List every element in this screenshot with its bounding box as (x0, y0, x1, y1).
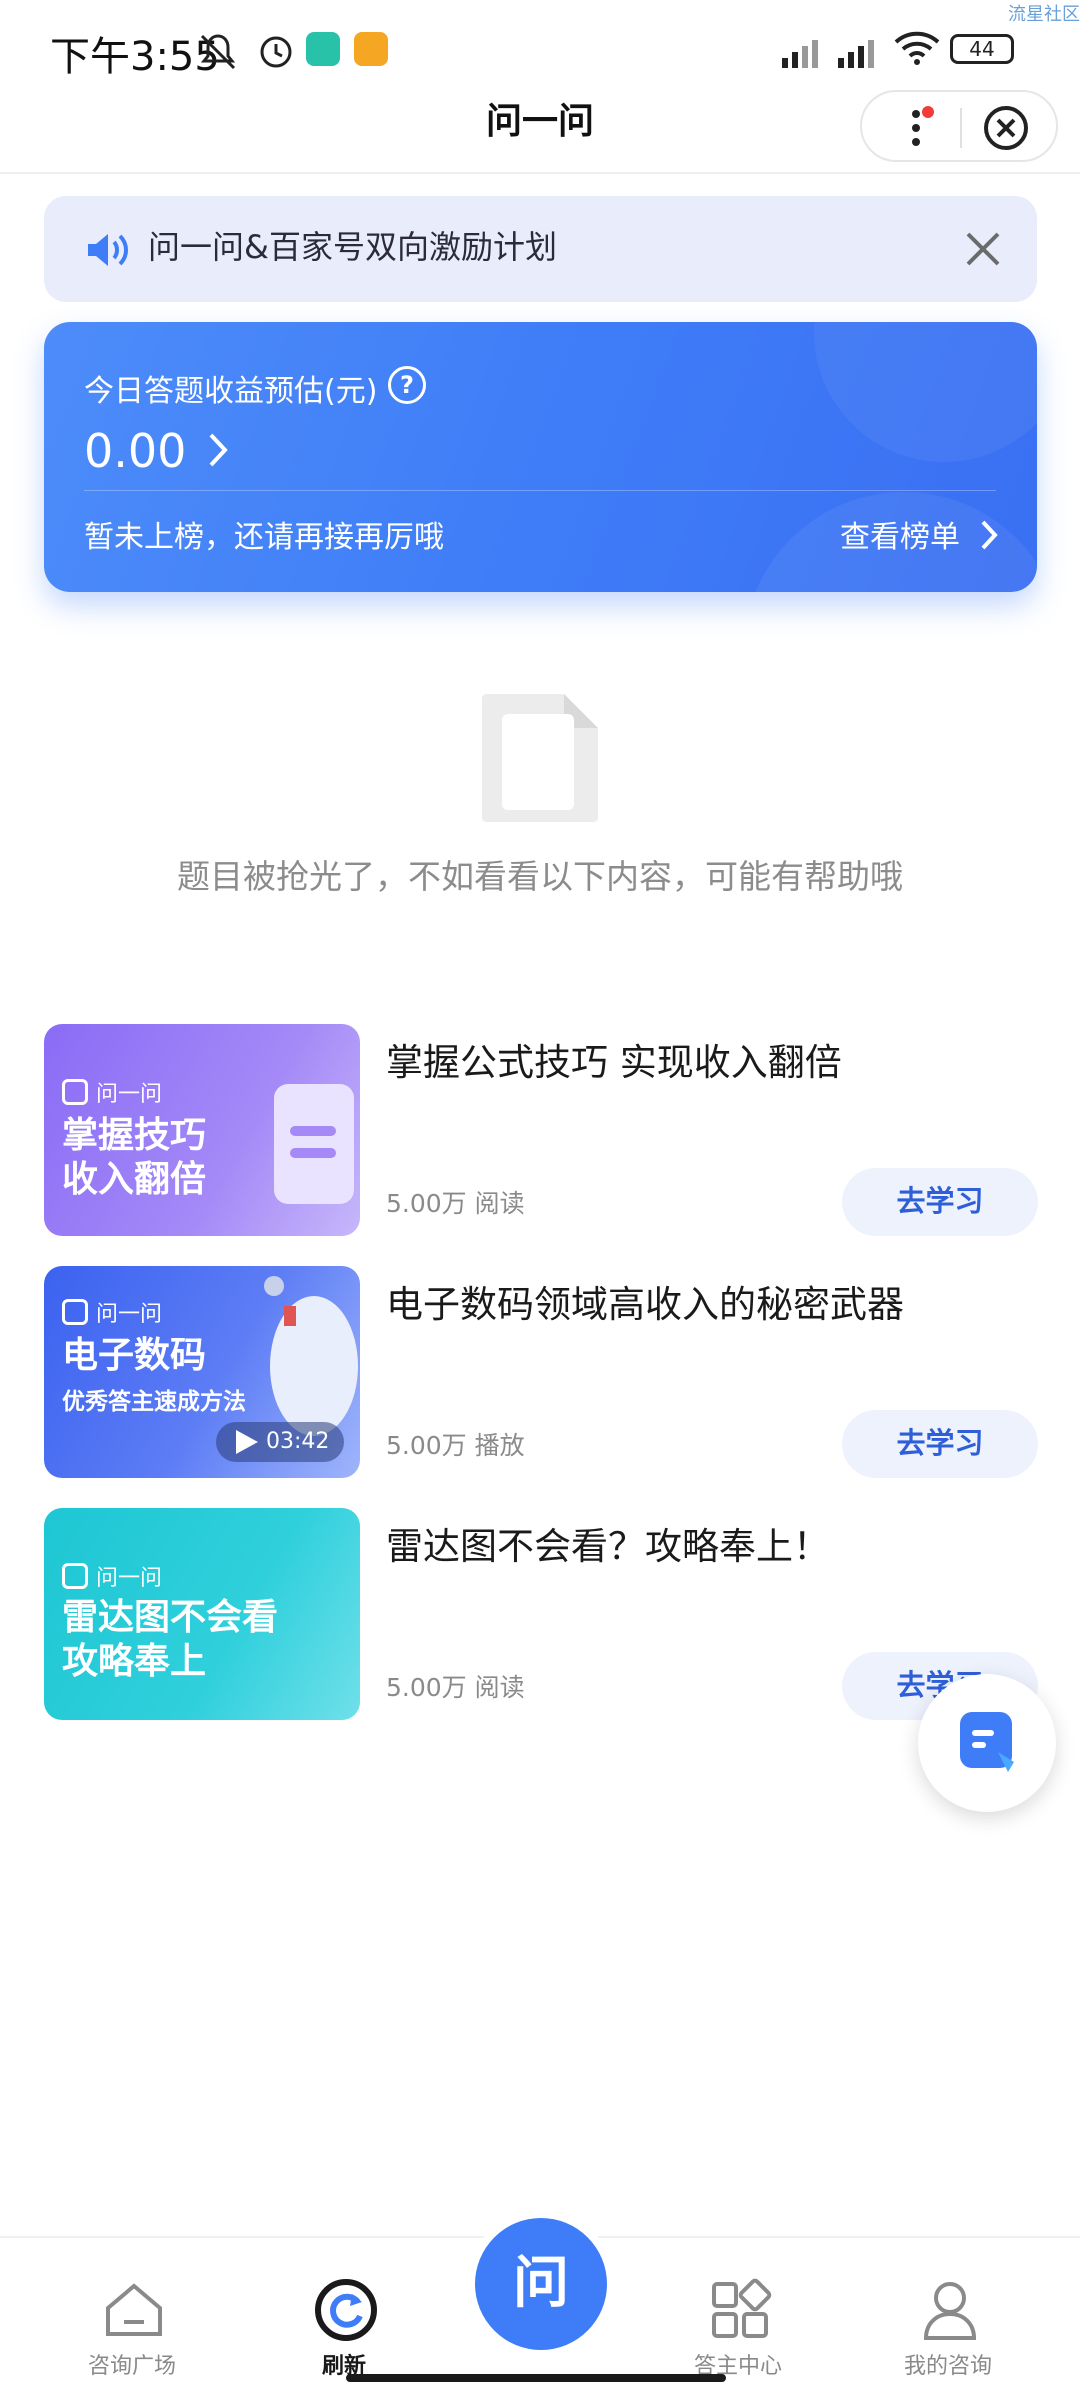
item-meta: 5.00万 播放 (386, 1431, 525, 1460)
close-announcement-icon[interactable] (964, 230, 1002, 268)
earnings-value: 0.00 (84, 424, 187, 478)
list-item[interactable]: 问一问 雷达图不会看 攻略奉上 雷达图不会看？攻略奉上！ 5.00万 阅读 去学… (44, 1508, 1038, 1720)
thumb-headline-2: 收入翻倍 (62, 1159, 207, 1200)
capsule-divider (960, 108, 962, 148)
earnings-amount[interactable]: 0.00 (84, 424, 229, 478)
list-item[interactable]: 问一问 电子数码 优秀答主速成方法 03:42 电子数码领域高收入的秘密武器 5… (44, 1266, 1038, 1478)
ranking-status: 暂未上榜，还请再接再厉哦 (84, 520, 444, 555)
thumb-headline: 雷达图不会看 (62, 1597, 279, 1638)
video-duration: 03:42 (216, 1422, 344, 1462)
chevron-right-icon (209, 433, 228, 467)
app-root: 下午3:55 44 流星社区 问一问 问一问&百家号双向激励计划 今日答题收益预… (0, 0, 1080, 2400)
thumb-brand: 问一问 (62, 1076, 162, 1108)
empty-state-text: 题目被抢光了，不如看看以下内容，可能有帮助哦 (177, 857, 903, 896)
thumb-headline: 电子数码 (62, 1335, 207, 1376)
speaker-icon (88, 234, 128, 266)
empty-document-icon (482, 694, 598, 822)
study-button[interactable]: 去学习 (842, 1410, 1038, 1478)
nav-item-refresh[interactable]: 刷新 (254, 2262, 434, 2379)
thumb-brand: 问一问 (62, 1296, 162, 1328)
thumb-brand-label: 问一问 (96, 1302, 163, 1327)
item-thumbnail: 问一问 电子数码 优秀答主速成方法 03:42 (44, 1266, 360, 1478)
more-icon[interactable] (904, 106, 934, 150)
watermark: 流星社区 (1008, 4, 1080, 25)
announcement-bar[interactable]: 问一问&百家号双向激励计划 (44, 196, 1037, 302)
signal-icon-2 (838, 40, 874, 68)
close-icon[interactable] (982, 104, 1030, 152)
earnings-card: 今日答题收益预估(元) ? 0.00 暂未上榜，还请再接再厉哦 查看榜单 (44, 322, 1037, 592)
notes-app-icon (354, 32, 388, 66)
status-time: 下午3:55 (50, 34, 220, 80)
grid-icon (712, 2278, 772, 2338)
thumb-headline: 掌握技巧 (62, 1115, 207, 1156)
signal-icon (782, 40, 818, 68)
ask-button[interactable]: 问 (475, 2218, 607, 2350)
brand-icon (62, 1079, 88, 1105)
item-title[interactable]: 电子数码领域高收入的秘密武器 (386, 1274, 904, 1328)
thumb-brand-label: 问一问 (96, 1082, 163, 1107)
item-title[interactable]: 掌握公式技巧 实现收入翻倍 (386, 1032, 842, 1086)
nav-label: 我的咨询 (903, 2354, 992, 2379)
card-decoration-2 (814, 322, 1037, 462)
battery-indicator: 44 (950, 34, 1014, 64)
thumb-brand: 问一问 (62, 1560, 162, 1592)
brand-icon (62, 1563, 88, 1589)
boss-app-icon (306, 32, 340, 66)
refresh-icon (315, 2279, 377, 2341)
item-thumbnail: 问一问 雷达图不会看 攻略奉上 (44, 1508, 360, 1720)
view-ranking-label: 查看榜单 (840, 520, 960, 555)
home-indicator (346, 2374, 726, 2382)
nav-item-my-consult[interactable]: 我的咨询 (858, 2262, 1038, 2379)
item-meta: 5.00万 阅读 (386, 1673, 525, 1702)
mini-program-capsule (860, 90, 1058, 162)
ask-bubble-icon (960, 1712, 1014, 1772)
item-title[interactable]: 雷达图不会看？攻略奉上！ (386, 1516, 830, 1570)
mute-icon (200, 34, 236, 70)
nav-item-answerer-center[interactable]: 答主中心 (648, 2262, 828, 2379)
earnings-label: 今日答题收益预估(元) (84, 374, 378, 409)
wifi-icon (894, 31, 940, 65)
thumb-brand-label: 问一问 (96, 1566, 163, 1591)
alarm-icon (260, 36, 292, 68)
card-divider (84, 490, 996, 491)
person-icon (923, 2282, 977, 2340)
thumb-headline-2: 攻略奉上 (62, 1641, 207, 1682)
item-meta: 5.00万 阅读 (386, 1189, 525, 1218)
list-item[interactable]: 问一问 掌握技巧 收入翻倍 掌握公式技巧 实现收入翻倍 5.00万 阅读 去学习 (44, 1024, 1038, 1236)
scroll-illustration (274, 1084, 354, 1204)
floating-ask-button[interactable] (918, 1674, 1056, 1812)
duration-label: 03:42 (266, 1429, 330, 1454)
nav-item-consult-square[interactable]: 咨询广场 (42, 2262, 222, 2379)
play-icon (236, 1430, 258, 1454)
help-icon[interactable]: ? (388, 366, 426, 404)
announcement-text: 问一问&百家号双向激励计划 (148, 228, 557, 266)
study-button[interactable]: 去学习 (842, 1168, 1038, 1236)
brand-icon (62, 1299, 88, 1325)
view-ranking-link[interactable]: 查看榜单 (840, 512, 998, 556)
item-thumbnail: 问一问 掌握技巧 收入翻倍 (44, 1024, 360, 1236)
status-bar: 下午3:55 44 流星社区 (0, 0, 1080, 100)
chevron-right-icon (981, 520, 998, 550)
thumb-subline: 优秀答主速成方法 (62, 1389, 246, 1415)
home-icon (106, 2283, 162, 2336)
nav-label: 咨询广场 (87, 2354, 176, 2379)
